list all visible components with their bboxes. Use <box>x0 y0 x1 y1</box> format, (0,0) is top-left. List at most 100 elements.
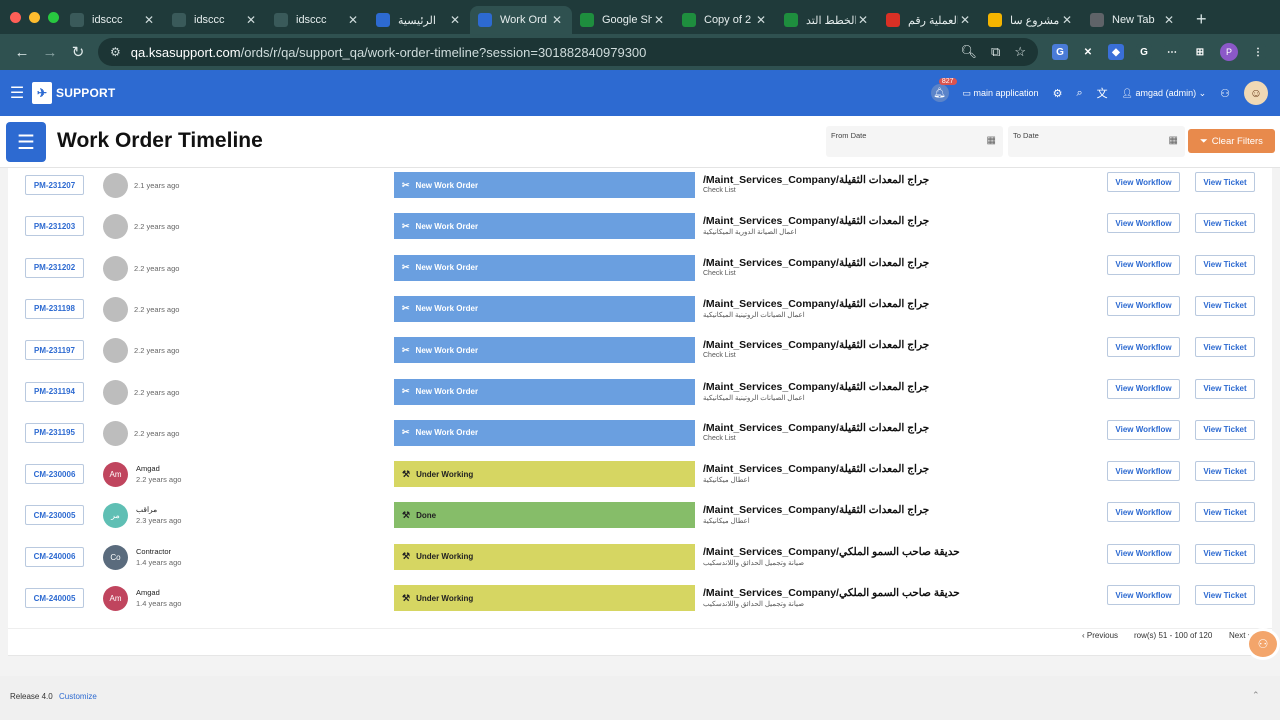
main-application-link[interactable]: ▭ main application <box>963 88 1039 99</box>
profile-avatar[interactable]: P <box>1220 43 1238 61</box>
work-order-id-button[interactable]: PM-231203 <box>25 216 84 237</box>
notifications-bell-icon[interactable]: 🔔︎ 827 <box>930 78 957 102</box>
hamburger-menu-icon[interactable]: ☰ <box>2 83 32 103</box>
close-tab-icon[interactable]: ✕ <box>652 13 666 27</box>
view-workflow-button[interactable]: View Workflow <box>1107 461 1180 482</box>
back-arrow-icon[interactable]: ← <box>8 44 36 61</box>
extensions-puzzle-icon[interactable]: ⊞ <box>1192 44 1208 60</box>
work-order-id-button[interactable]: PM-231197 <box>25 340 84 361</box>
status-bar: ✂ New Work Order <box>394 337 695 364</box>
language-icon[interactable]: 文 <box>1097 85 1108 101</box>
grammarly-extension-icon[interactable]: G <box>1136 44 1152 60</box>
customize-link[interactable]: Customize <box>59 692 97 701</box>
new-tab-plus-icon[interactable]: + <box>1184 9 1219 30</box>
settings-gear-icon[interactable]: ⚙ <box>1053 87 1063 100</box>
more-extensions-icon[interactable]: ⋯ <box>1164 44 1180 60</box>
forward-arrow-icon[interactable]: → <box>36 44 64 61</box>
browser-tab[interactable]: Work Ord ✕ <box>470 6 572 34</box>
browser-tab[interactable]: idsccc ✕ <box>62 6 164 34</box>
browser-tab[interactable]: idsccc ✕ <box>266 6 368 34</box>
user-avatar[interactable]: ☺ <box>1244 81 1268 105</box>
close-tab-icon[interactable]: ✕ <box>448 13 462 27</box>
work-order-id-button[interactable]: CM-230006 <box>25 464 84 485</box>
browser-tab[interactable]: New Tab ✕ <box>1082 6 1184 34</box>
work-order-id-button[interactable]: CM-230005 <box>25 505 84 526</box>
accessibility-floating-icon[interactable]: ⚇ <box>1246 628 1280 660</box>
sitemap-icon[interactable]: ⚇ <box>1220 87 1230 100</box>
close-tab-icon[interactable]: ✕ <box>1060 13 1074 27</box>
scroll-top-icon[interactable]: ⌃ <box>1252 690 1260 701</box>
browser-tab[interactable]: idsccc ✕ <box>164 6 266 34</box>
view-workflow-button[interactable]: View Workflow <box>1107 337 1180 358</box>
minimize-window-icon[interactable] <box>29 11 40 23</box>
app-logo[interactable]: ✈ <box>32 82 52 104</box>
status-bar: ✂ New Work Order <box>394 172 695 198</box>
work-order-id-button[interactable]: PM-231194 <box>25 381 84 402</box>
site-settings-icon[interactable]: ⚙ <box>110 45 121 59</box>
view-workflow-button[interactable]: View Workflow <box>1107 295 1180 316</box>
view-ticket-button[interactable]: View Ticket <box>1195 502 1255 523</box>
view-ticket-button[interactable]: View Ticket <box>1195 213 1255 234</box>
close-tab-icon[interactable]: ✕ <box>1162 13 1176 27</box>
calendar-icon[interactable]: ▦ <box>1169 135 1178 146</box>
previous-page-link[interactable]: ‹ Previous <box>1082 631 1118 640</box>
view-workflow-button[interactable]: View Workflow <box>1107 502 1180 523</box>
calendar-icon[interactable]: ▦ <box>987 135 996 146</box>
close-window-icon[interactable] <box>10 11 21 23</box>
view-workflow-button[interactable]: View Workflow <box>1107 585 1180 605</box>
close-tab-icon[interactable]: ✕ <box>244 13 258 27</box>
view-workflow-button[interactable]: View Workflow <box>1107 419 1180 440</box>
view-ticket-button[interactable]: View Ticket <box>1195 461 1255 482</box>
zoom-icon[interactable]: 🔍︎ <box>961 44 978 60</box>
app-name[interactable]: SUPPORT <box>56 86 115 100</box>
bookmark-star-icon[interactable]: ☆ <box>1014 44 1026 60</box>
view-workflow-button[interactable]: View Workflow <box>1107 172 1180 192</box>
browser-tab[interactable]: الخطط التد ✕ <box>776 6 878 34</box>
work-order-id-button[interactable]: CM-240005 <box>25 588 84 608</box>
browser-tab[interactable]: Copy of 2 ✕ <box>674 6 776 34</box>
view-ticket-button[interactable]: View Ticket <box>1195 378 1255 399</box>
clear-filters-button[interactable]: ⏷ Clear Filters <box>1188 129 1275 153</box>
work-type-subtitle: اعطال ميكانيكية <box>703 518 750 526</box>
view-ticket-button[interactable]: View Ticket <box>1195 295 1255 316</box>
view-workflow-button[interactable]: View Workflow <box>1107 378 1180 399</box>
reload-icon[interactable]: ↻ <box>64 43 92 61</box>
puzzle-extension-icon[interactable]: ◆ <box>1108 44 1124 60</box>
browser-tab[interactable]: الرئيسية ✕ <box>368 6 470 34</box>
work-order-id-button[interactable]: PM-231207 <box>25 175 84 195</box>
to-date-field[interactable]: To Date ▦ <box>1008 126 1185 157</box>
view-ticket-button[interactable]: View Ticket <box>1195 337 1255 358</box>
user-menu[interactable]: 👤︎ amgad (admin) ⌄ <box>1122 88 1207 99</box>
view-ticket-button[interactable]: View Ticket <box>1195 585 1255 605</box>
search-icon[interactable]: ⌕ <box>1076 87 1082 100</box>
work-order-id-button[interactable]: PM-231198 <box>25 298 84 319</box>
view-ticket-button[interactable]: View Ticket <box>1195 419 1255 440</box>
work-type-subtitle: Check List <box>703 352 736 360</box>
address-bar[interactable]: ⚙ qa.ksasupport.com/ords/r/qa/support_qa… <box>98 38 1038 66</box>
from-date-field[interactable]: From Date ▦ <box>826 126 1003 157</box>
work-order-id-button[interactable]: PM-231195 <box>25 422 84 443</box>
view-ticket-button[interactable]: View Ticket <box>1195 172 1255 192</box>
browser-menu-icon[interactable]: ⋮ <box>1250 44 1266 60</box>
x-extension-icon[interactable]: ✕ <box>1080 44 1096 60</box>
view-ticket-button[interactable]: View Ticket <box>1195 254 1255 275</box>
view-ticket-button[interactable]: View Ticket <box>1195 543 1255 564</box>
browser-tab[interactable]: Google Sh ✕ <box>572 6 674 34</box>
install-app-icon[interactable]: ⧉ <box>991 44 1000 60</box>
maximize-window-icon[interactable] <box>48 11 59 23</box>
view-workflow-button[interactable]: View Workflow <box>1107 213 1180 234</box>
close-tab-icon[interactable]: ✕ <box>142 13 156 27</box>
work-order-id-button[interactable]: PM-231202 <box>25 257 84 278</box>
translate-extension-icon[interactable]: G <box>1052 44 1068 60</box>
close-tab-icon[interactable]: ✕ <box>958 13 972 27</box>
view-workflow-button[interactable]: View Workflow <box>1107 543 1180 564</box>
close-tab-icon[interactable]: ✕ <box>550 13 564 27</box>
work-order-id-button[interactable]: CM-240006 <box>25 546 84 567</box>
close-tab-icon[interactable]: ✕ <box>346 13 360 27</box>
close-tab-icon[interactable]: ✕ <box>754 13 768 27</box>
browser-tab[interactable]: العملية رقم ✕ <box>878 6 980 34</box>
view-workflow-button[interactable]: View Workflow <box>1107 254 1180 275</box>
work-type-subtitle: اعمال الصيانات الروتينية الميكانيكية <box>703 311 805 319</box>
browser-tab[interactable]: مشروع سا ✕ <box>980 6 1082 34</box>
close-tab-icon[interactable]: ✕ <box>856 13 870 27</box>
